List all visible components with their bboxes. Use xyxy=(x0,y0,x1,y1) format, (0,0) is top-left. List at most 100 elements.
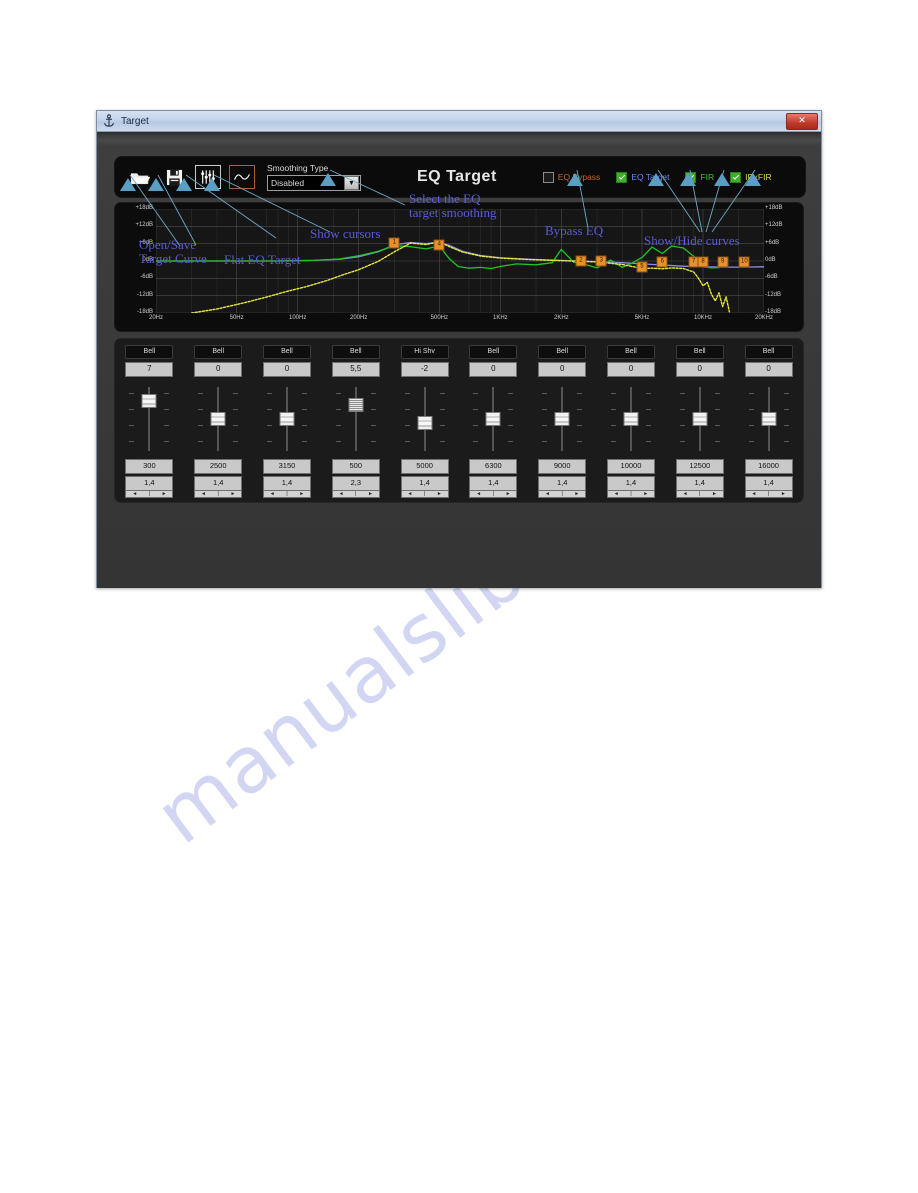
smoothing-type-select[interactable]: Disabled ▼ xyxy=(267,175,361,191)
band-frequency-field[interactable]: 10000 xyxy=(606,459,655,474)
slider-knob[interactable] xyxy=(692,412,708,426)
window-titlebar[interactable]: Target ✕ xyxy=(97,111,821,132)
slider-knob[interactable] xyxy=(761,412,777,426)
q-nudge-mid[interactable]: | xyxy=(149,491,150,497)
band-q-field[interactable]: 1,4 xyxy=(400,476,449,491)
slider-knob[interactable] xyxy=(417,416,433,431)
band-q-nudge[interactable]: ◄ | ► xyxy=(331,491,380,498)
cursor-marker-10[interactable]: 10 xyxy=(738,256,750,268)
q-nudge-right[interactable]: ► xyxy=(437,491,442,497)
band-type-button[interactable]: Bell xyxy=(331,345,380,359)
faders-icon[interactable] xyxy=(195,165,221,189)
slider-knob[interactable] xyxy=(554,412,570,426)
q-nudge-left[interactable]: ◄ xyxy=(201,491,206,497)
q-nudge-left[interactable]: ◄ xyxy=(132,491,137,497)
q-nudge-right[interactable]: ► xyxy=(643,491,648,497)
band-q-nudge[interactable]: ◄ | ► xyxy=(194,491,243,498)
band-gain-field[interactable]: 7 xyxy=(125,362,174,377)
q-nudge-right[interactable]: ► xyxy=(781,491,786,497)
band-frequency-field[interactable]: 9000 xyxy=(538,459,587,474)
q-nudge-left[interactable]: ◄ xyxy=(545,491,550,497)
band-gain-field[interactable]: -2 xyxy=(400,362,449,377)
band-q-nudge[interactable]: ◄ | ► xyxy=(125,491,174,498)
cursor-marker-4[interactable]: 4 xyxy=(433,239,445,251)
q-nudge-mid[interactable]: | xyxy=(493,491,494,497)
q-nudge-left[interactable]: ◄ xyxy=(614,491,619,497)
q-nudge-mid[interactable]: | xyxy=(218,491,219,497)
q-nudge-left[interactable]: ◄ xyxy=(270,491,275,497)
band-frequency-field[interactable]: 5000 xyxy=(400,459,449,474)
band-gain-field[interactable]: 0 xyxy=(262,362,311,377)
q-nudge-mid[interactable]: | xyxy=(286,491,287,497)
checkbox-fir[interactable]: FIR xyxy=(685,171,714,183)
cursor-marker-3[interactable]: 3 xyxy=(595,255,607,267)
q-nudge-mid[interactable]: | xyxy=(355,491,356,497)
checkbox-irxfir-box[interactable] xyxy=(730,171,742,183)
band-q-field[interactable]: 1,4 xyxy=(606,476,655,491)
band-gain-slider[interactable] xyxy=(608,383,654,455)
q-nudge-left[interactable]: ◄ xyxy=(683,491,688,497)
slider-knob[interactable] xyxy=(141,394,157,409)
q-nudge-right[interactable]: ► xyxy=(162,491,167,497)
band-gain-field[interactable]: 0 xyxy=(194,362,243,377)
q-nudge-right[interactable]: ► xyxy=(574,491,579,497)
band-q-field[interactable]: 1,4 xyxy=(538,476,587,491)
checkbox-eq-bypass-box[interactable] xyxy=(542,171,554,183)
band-q-nudge[interactable]: ◄ | ► xyxy=(538,491,587,498)
eq-graph-plot[interactable]: 1 2 3 4 5 6 7 8 9 10 xyxy=(155,208,765,314)
checkbox-eq-target[interactable]: EQ Target xyxy=(616,171,669,183)
q-nudge-mid[interactable]: | xyxy=(768,491,769,497)
band-type-button[interactable]: Bell xyxy=(606,345,655,359)
band-type-button[interactable]: Bell xyxy=(194,345,243,359)
band-frequency-field[interactable]: 6300 xyxy=(469,459,518,474)
q-nudge-right[interactable]: ► xyxy=(712,491,717,497)
band-type-button[interactable]: Bell xyxy=(744,345,793,359)
band-type-button[interactable]: Bell xyxy=(538,345,587,359)
open-folder-icon[interactable] xyxy=(127,165,153,189)
q-nudge-right[interactable]: ► xyxy=(299,491,304,497)
band-q-nudge[interactable]: ◄ | ► xyxy=(606,491,655,498)
band-gain-slider[interactable] xyxy=(333,383,379,455)
band-q-field[interactable]: 1,4 xyxy=(744,476,793,491)
band-type-button[interactable]: Bell xyxy=(675,345,724,359)
slider-knob[interactable] xyxy=(485,412,501,426)
q-nudge-mid[interactable]: | xyxy=(562,491,563,497)
band-q-nudge[interactable]: ◄ | ► xyxy=(262,491,311,498)
close-button[interactable]: ✕ xyxy=(786,113,818,130)
band-q-field[interactable]: 2,3 xyxy=(331,476,380,491)
cursor-marker-6[interactable]: 6 xyxy=(656,256,668,268)
cursor-marker-1[interactable]: 1 xyxy=(388,237,400,249)
cursor-marker-2[interactable]: 2 xyxy=(575,255,587,267)
band-frequency-field[interactable]: 300 xyxy=(125,459,174,474)
band-gain-slider[interactable] xyxy=(195,383,241,455)
q-nudge-right[interactable]: ► xyxy=(230,491,235,497)
band-type-button[interactable]: Bell xyxy=(262,345,311,359)
cursor-marker-9[interactable]: 9 xyxy=(717,256,729,268)
band-gain-field[interactable]: 0 xyxy=(744,362,793,377)
q-nudge-mid[interactable]: | xyxy=(424,491,425,497)
band-q-nudge[interactable]: ◄ | ► xyxy=(744,491,793,498)
slider-knob[interactable] xyxy=(279,412,295,426)
band-gain-slider[interactable] xyxy=(126,383,172,455)
band-gain-field[interactable]: 0 xyxy=(675,362,724,377)
band-gain-field[interactable]: 0 xyxy=(606,362,655,377)
band-gain-slider[interactable] xyxy=(677,383,723,455)
band-frequency-field[interactable]: 2500 xyxy=(194,459,243,474)
band-frequency-field[interactable]: 16000 xyxy=(744,459,793,474)
checkbox-fir-box[interactable] xyxy=(685,171,697,183)
cursor-marker-8[interactable]: 8 xyxy=(697,256,709,268)
band-frequency-field[interactable]: 12500 xyxy=(675,459,724,474)
checkbox-eq-target-box[interactable] xyxy=(616,171,628,183)
save-floppy-icon[interactable] xyxy=(161,165,187,189)
q-nudge-mid[interactable]: | xyxy=(699,491,700,497)
band-gain-field[interactable]: 0 xyxy=(538,362,587,377)
band-frequency-field[interactable]: 500 xyxy=(331,459,380,474)
q-nudge-left[interactable]: ◄ xyxy=(476,491,481,497)
band-gain-field[interactable]: 0 xyxy=(469,362,518,377)
band-q-field[interactable]: 1,4 xyxy=(675,476,724,491)
band-gain-field[interactable]: 5,5 xyxy=(331,362,380,377)
q-nudge-left[interactable]: ◄ xyxy=(751,491,756,497)
band-gain-slider[interactable] xyxy=(746,383,792,455)
band-frequency-field[interactable]: 3150 xyxy=(262,459,311,474)
chevron-down-icon[interactable]: ▼ xyxy=(344,176,359,190)
